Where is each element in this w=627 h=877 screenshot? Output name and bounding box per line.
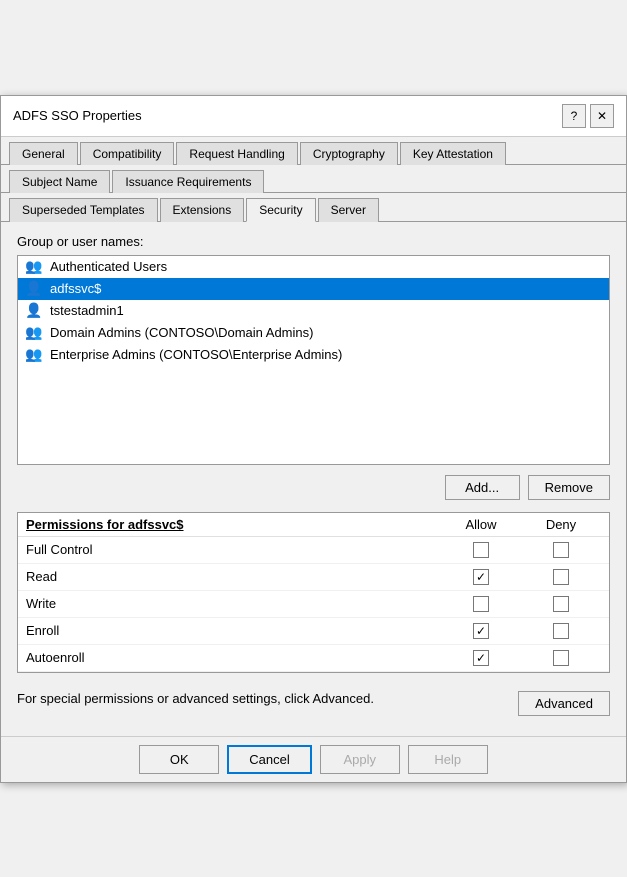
- permissions-rows: Full Control Read ✓ Write Enroll ✓ Autoenroll ✓: [18, 537, 609, 672]
- permissions-title: Permissions for adfssvc$: [26, 517, 441, 532]
- allow-checkbox-3[interactable]: ✓: [473, 623, 489, 639]
- perm-name-2: Write: [26, 596, 441, 611]
- deny-checkbox-3[interactable]: [553, 623, 569, 639]
- user-name-2: tstestadmin1: [50, 303, 124, 318]
- tab-server[interactable]: Server: [318, 198, 379, 222]
- dialog-window: ADFS SSO Properties ? ✕ GeneralCompatibi…: [0, 95, 627, 783]
- user-item-3[interactable]: 👥 Domain Admins (CONTOSO\Domain Admins): [18, 322, 609, 344]
- title-bar-left: ADFS SSO Properties: [13, 108, 142, 123]
- perm-name-3: Enroll: [26, 623, 441, 638]
- tab-security[interactable]: Security: [246, 198, 315, 222]
- advanced-text: For special permissions or advanced sett…: [17, 691, 508, 706]
- deny-checkbox-1[interactable]: [553, 569, 569, 585]
- perm-row-4: Autoenroll ✓: [18, 645, 609, 672]
- deny-checkbox-4[interactable]: [553, 650, 569, 666]
- cancel-button[interactable]: Cancel: [227, 745, 311, 774]
- allow-checkbox-0[interactable]: [473, 542, 489, 558]
- perm-row-2: Write: [18, 591, 609, 618]
- user-icon-4: 👥: [24, 347, 44, 363]
- tab-extensions[interactable]: Extensions: [160, 198, 245, 222]
- users-btn-row: Add... Remove: [17, 475, 610, 500]
- help-button[interactable]: ?: [562, 104, 586, 128]
- ok-button[interactable]: OK: [139, 745, 219, 774]
- perm-name-0: Full Control: [26, 542, 441, 557]
- tab-superseded-templates[interactable]: Superseded Templates: [9, 198, 158, 222]
- perm-row-0: Full Control: [18, 537, 609, 564]
- deny-checkbox-2[interactable]: [553, 596, 569, 612]
- title-controls: ? ✕: [562, 104, 614, 128]
- perm-row-3: Enroll ✓: [18, 618, 609, 645]
- tab-key-attestation[interactable]: Key Attestation: [400, 142, 506, 165]
- add-button[interactable]: Add...: [445, 475, 520, 500]
- user-item-0[interactable]: 👥 Authenticated Users: [18, 256, 609, 278]
- user-item-4[interactable]: 👥 Enterprise Admins (CONTOSO\Enterprise A…: [18, 344, 609, 366]
- allow-header: Allow: [441, 517, 521, 532]
- user-icon-2: 👤: [24, 303, 44, 319]
- close-button[interactable]: ✕: [590, 104, 614, 128]
- apply-button[interactable]: Apply: [320, 745, 400, 774]
- dialog-title: ADFS SSO Properties: [13, 108, 142, 123]
- user-name-4: Enterprise Admins (CONTOSO\Enterprise Ad…: [50, 347, 342, 362]
- advanced-button[interactable]: Advanced: [518, 691, 610, 716]
- allow-checkbox-2[interactable]: [473, 596, 489, 612]
- allow-checkbox-1[interactable]: ✓: [473, 569, 489, 585]
- help-bottom-button[interactable]: Help: [408, 745, 488, 774]
- group-label: Group or user names:: [17, 234, 610, 249]
- bottom-bar: OK Cancel Apply Help: [1, 736, 626, 782]
- user-icon-1: 👤: [24, 281, 44, 297]
- title-bar: ADFS SSO Properties ? ✕: [1, 96, 626, 137]
- tabs-row-2: Subject NameIssuance Requirements: [1, 165, 626, 193]
- deny-checkbox-0[interactable]: [553, 542, 569, 558]
- permissions-section: Permissions for adfssvc$ Allow Deny Full…: [17, 512, 610, 673]
- perm-row-1: Read ✓: [18, 564, 609, 591]
- content-area: Group or user names: 👥 Authenticated User…: [1, 222, 626, 736]
- tab-issuance-requirements[interactable]: Issuance Requirements: [112, 170, 264, 193]
- user-name-0: Authenticated Users: [50, 259, 167, 274]
- deny-header: Deny: [521, 517, 601, 532]
- perm-name-4: Autoenroll: [26, 650, 441, 665]
- tabs-row-1: GeneralCompatibilityRequest HandlingCryp…: [1, 137, 626, 165]
- tab-general[interactable]: General: [9, 142, 78, 165]
- user-item-1[interactable]: 👤 adfssvc$: [18, 278, 609, 300]
- user-name-3: Domain Admins (CONTOSO\Domain Admins): [50, 325, 313, 340]
- allow-checkbox-4[interactable]: ✓: [473, 650, 489, 666]
- user-icon-0: 👥: [24, 259, 44, 275]
- tab-subject-name[interactable]: Subject Name: [9, 170, 110, 193]
- tab-cryptography[interactable]: Cryptography: [300, 142, 398, 165]
- tabs-row-3: Superseded TemplatesExtensionsSecuritySe…: [1, 193, 626, 222]
- permissions-header: Permissions for adfssvc$ Allow Deny: [18, 513, 609, 537]
- user-name-1: adfssvc$: [50, 281, 101, 296]
- remove-button[interactable]: Remove: [528, 475, 610, 500]
- user-icon-3: 👥: [24, 325, 44, 341]
- perm-name-1: Read: [26, 569, 441, 584]
- user-item-2[interactable]: 👤 tstestadmin1: [18, 300, 609, 322]
- tab-request-handling[interactable]: Request Handling: [176, 142, 297, 165]
- users-list-box[interactable]: 👥 Authenticated Users 👤 adfssvc$ 👤 tstestadmi…: [17, 255, 610, 465]
- tab-compatibility[interactable]: Compatibility: [80, 142, 175, 165]
- advanced-row: For special permissions or advanced sett…: [17, 683, 610, 724]
